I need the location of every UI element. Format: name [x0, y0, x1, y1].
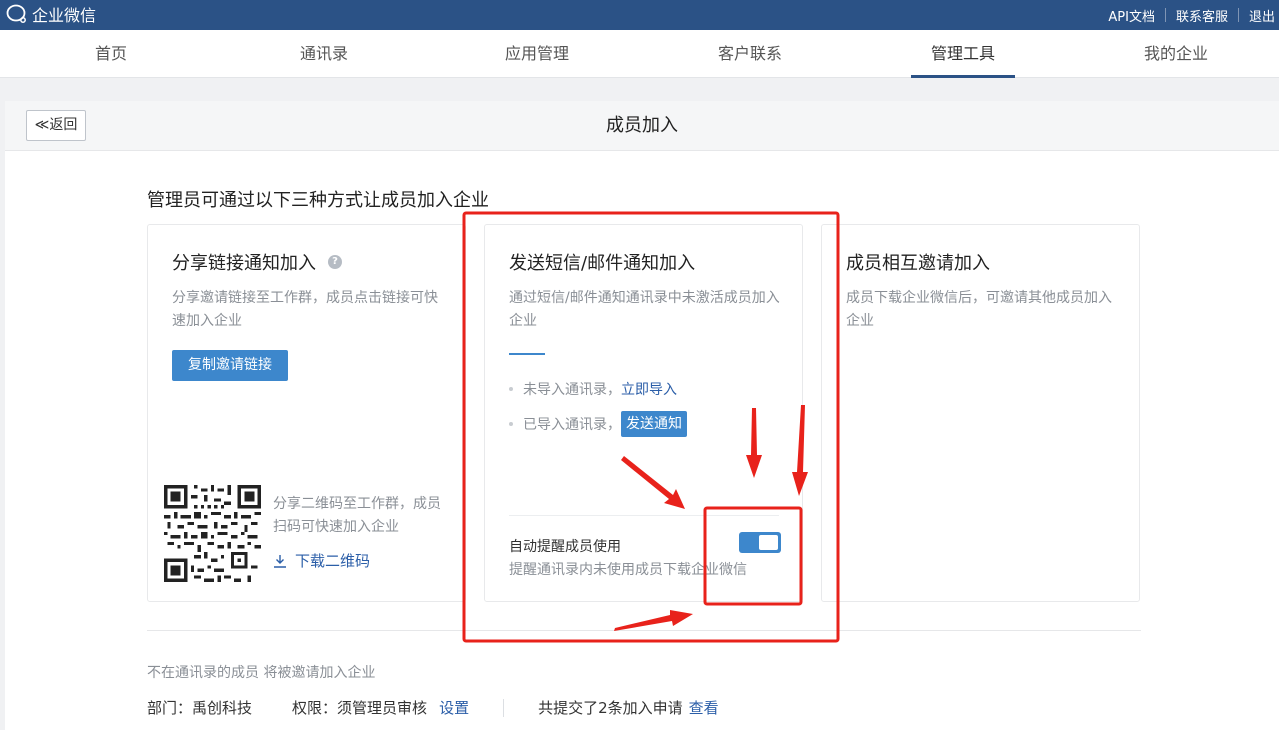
import-now-link[interactable]: 立即导入 [621, 379, 677, 399]
join-settings-line: 部门： 禹创科技 权限： 须管理员审核 设置 共提交了2条加入申请 查看 [147, 697, 719, 718]
download-icon [274, 554, 286, 568]
card-share-link: 分享链接通知加入 ? 分享邀请链接至工作群，成员点击链接可快速加入企业 复制邀请… [147, 224, 466, 602]
accent-rule [509, 353, 545, 355]
divider [509, 515, 779, 516]
content-panel: 成员加入 ≪返回 管理员可通过以下三种方式让成员加入企业 分享链接通知加入 ? … [5, 101, 1279, 730]
card-title: 发送短信/邮件通知加入 [509, 253, 696, 274]
not-imported-row: 未导入通讯录， 立即导入 [509, 379, 677, 399]
permission-label: 权限： [292, 699, 338, 717]
nav-app-management[interactable]: 应用管理 [485, 30, 589, 78]
back-button[interactable]: ≪返回 [26, 110, 86, 141]
divider [503, 698, 505, 717]
top-bar: 企业微信 API文档 联系客服 退出 [0, 0, 1279, 30]
page-title: 成员加入 [606, 115, 678, 136]
qr-code [164, 485, 261, 582]
requests-text: 共提交了2条加入申请 [538, 699, 683, 717]
dept-value: 禹创科技 [192, 699, 253, 717]
contact-support-link[interactable]: 联系客服 [1166, 6, 1238, 25]
imported-text: 已导入通讯录， [523, 417, 621, 433]
api-docs-link[interactable]: API文档 [1098, 6, 1165, 25]
copy-invite-link-button[interactable]: 复制邀请链接 [172, 350, 288, 381]
imported-row: 已导入通讯录， 发送通知 [509, 411, 687, 437]
logout-link[interactable]: 退出 [1239, 6, 1279, 25]
panel-header: 成员加入 ≪返回 [5, 101, 1279, 151]
auto-remind-toggle[interactable] [739, 532, 781, 553]
card-title: 成员相互邀请加入 [846, 253, 990, 274]
card-title: 分享链接通知加入 ? [172, 249, 342, 275]
qr-description: 分享二维码至工作群，成员扫码可快速加入企业 [273, 496, 441, 535]
nav-home[interactable]: 首页 [59, 30, 163, 78]
auto-remind-description: 提醒通讯录内未使用成员下载企业微信 [509, 562, 747, 578]
nav-management-tools[interactable]: 管理工具 [911, 30, 1015, 78]
bullet-dot [509, 422, 513, 426]
logo[interactable]: 企业微信 [6, 2, 96, 26]
card-description: 成员下载企业微信后，可邀请其他成员加入企业 [846, 290, 1112, 329]
auto-remind-title: 自动提醒成员使用 [509, 539, 621, 555]
card-title-text: 分享链接通知加入 [172, 253, 316, 274]
logo-text: 企业微信 [32, 6, 97, 25]
card-description: 通过短信/邮件通知通讯录中未激活成员加入企业 [509, 290, 780, 329]
view-requests-link[interactable]: 查看 [689, 697, 719, 718]
wecom-logo-icon [6, 4, 26, 23]
help-icon[interactable]: ? [328, 255, 342, 269]
footer-note: 不在通讯录的成员 将被邀请加入企业 [147, 665, 376, 681]
main-nav: 首页 通讯录 应用管理 客户联系 管理工具 我的企业 [0, 30, 1279, 78]
intro-heading: 管理员可通过以下三种方式让成员加入企业 [147, 190, 489, 211]
nav-customer-contact[interactable]: 客户联系 [698, 30, 802, 78]
permission-value: 须管理员审核 [337, 699, 428, 717]
bullet-dot [509, 387, 513, 391]
send-notification-button[interactable]: 发送通知 [621, 411, 687, 437]
download-qr-link[interactable]: 下载二维码 [273, 550, 370, 571]
section-divider [147, 630, 1141, 631]
card-mutual-invite: 成员相互邀请加入 成员下载企业微信后，可邀请其他成员加入企业 [821, 224, 1140, 602]
toggle-knob [759, 535, 778, 550]
permission-settings-link[interactable]: 设置 [439, 697, 469, 718]
nav-contacts[interactable]: 通讯录 [272, 30, 376, 78]
dept-label: 部门： [147, 699, 193, 717]
card-sms-email: 发送短信/邮件通知加入 通过短信/邮件通知通讯录中未激活成员加入企业 未导入通讯… [484, 224, 803, 602]
not-imported-text: 未导入通讯录， [523, 382, 621, 398]
card-description: 分享邀请链接至工作群，成员点击链接可快速加入企业 [172, 290, 438, 329]
download-qr-label: 下载二维码 [295, 552, 371, 570]
top-links: API文档 联系客服 退出 [1098, 0, 1279, 30]
nav-my-enterprise[interactable]: 我的企业 [1124, 30, 1228, 78]
